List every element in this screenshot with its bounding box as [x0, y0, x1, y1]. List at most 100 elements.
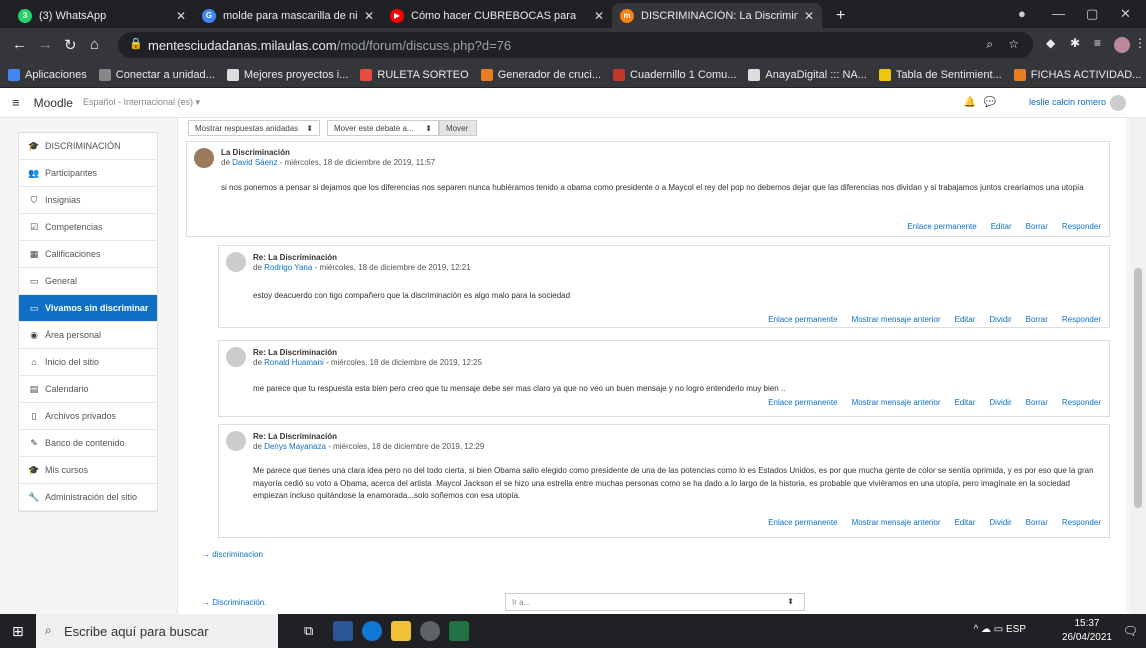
sidebar-item[interactable]: 🔧 Administración del sitio: [19, 484, 157, 511]
bookmark-item[interactable]: RULETA SORTEO: [360, 68, 469, 81]
post-command-link[interactable]: Mostrar mensaje anterior: [852, 315, 941, 324]
post-command-link[interactable]: Mostrar mensaje anterior: [852, 518, 941, 527]
language-menu[interactable]: Español - Internacional (es) ▾: [83, 97, 200, 108]
sidebar-item[interactable]: ▯ Archivos privados: [19, 403, 157, 430]
reading-list-icon[interactable]: ≡: [1094, 36, 1101, 50]
post-command-link[interactable]: Editar: [954, 315, 975, 324]
close-tab-icon[interactable]: ✕: [804, 9, 814, 23]
forward-icon[interactable]: →: [38, 36, 53, 53]
browser-tab[interactable]: Gmolde para mascarilla de niños - ✕: [194, 3, 382, 28]
display-mode-select[interactable]: Mostrar respuestas anidadas ⬍: [188, 120, 320, 136]
author-link[interactable]: Denys Mayanaza: [264, 442, 326, 451]
bookmark-item[interactable]: Cuadernillo 1 Comu...: [613, 68, 736, 81]
post-command-link[interactable]: Editar: [991, 222, 1012, 231]
url-field[interactable]: 🔒 mentesciudadanas.milaulas.com/mod/foru…: [118, 32, 1033, 58]
edge-icon[interactable]: [362, 621, 382, 641]
home-icon[interactable]: ⌂: [90, 36, 99, 53]
windows-start-icon[interactable]: ⊞: [12, 623, 24, 640]
moodle-brand[interactable]: Moodle: [34, 96, 73, 110]
sidebar-item[interactable]: 🎓 DISCRIMINACIÓN: [19, 133, 157, 160]
bookmark-item[interactable]: Tabla de Sentimient...: [878, 68, 1002, 81]
post-command-link[interactable]: Responder: [1062, 222, 1101, 231]
excel-icon[interactable]: [449, 621, 469, 641]
post-command-link[interactable]: Enlace permanente: [907, 222, 976, 231]
post-command-link[interactable]: Dividir: [989, 315, 1011, 324]
post-command-link[interactable]: Editar: [954, 518, 975, 527]
sidebar-item[interactable]: ▤ Calendario: [19, 376, 157, 403]
sidebar-item[interactable]: ▦ Calificaciones: [19, 241, 157, 268]
user-name[interactable]: leslie calcin romero: [1029, 97, 1106, 107]
user-avatar[interactable]: [1110, 95, 1126, 111]
scrollbar-thumb[interactable]: [1134, 268, 1142, 508]
move-discussion-select[interactable]: Mover este debate a... ⬍: [327, 120, 439, 136]
hamburger-icon[interactable]: ≡: [12, 95, 20, 110]
puzzle-icon[interactable]: ✱: [1070, 36, 1080, 50]
taskbar-clock[interactable]: 15:37 26/04/2021: [1062, 617, 1112, 645]
profile-icon[interactable]: ●: [1018, 6, 1026, 21]
bookmark-item[interactable]: FICHAS ACTIVIDAD...: [1013, 68, 1141, 81]
post-command-link[interactable]: Enlace permanente: [768, 518, 837, 527]
back-icon[interactable]: ←: [12, 36, 27, 53]
sidebar-item[interactable]: ◉ Área personal: [19, 322, 157, 349]
post-command-link[interactable]: Editar: [954, 398, 975, 407]
jump-to-select[interactable]: Ir a... ⬍: [505, 593, 805, 611]
close-tab-icon[interactable]: ✕: [594, 9, 604, 23]
taskbar-search[interactable]: ⌕ Escribe aquí para buscar: [36, 614, 278, 648]
browser-tab[interactable]: ▶ Cómo hacer CUBREBOCAS para ✕: [382, 3, 612, 28]
author-link[interactable]: Ronald Huamani: [264, 358, 324, 367]
sidebar-item[interactable]: ⛉ Insignias: [19, 187, 157, 214]
bookmark-item[interactable]: Aplicaciones: [8, 68, 87, 81]
close-window-icon[interactable]: ✕: [1120, 6, 1131, 22]
post-command-link[interactable]: Borrar: [1026, 518, 1048, 527]
system-tray[interactable]: ^ ☁ ▭ ESP: [974, 624, 1027, 635]
maximize-icon[interactable]: ▢: [1086, 6, 1098, 22]
sidebar-item[interactable]: 🎓 Mis cursos: [19, 457, 157, 484]
post-command-link[interactable]: Responder: [1062, 315, 1101, 324]
bookmark-item[interactable]: AnayaDigital ::: NA...: [748, 68, 867, 81]
prev-discussion-link[interactable]: → Discriminación.: [202, 598, 266, 607]
sidebar-item[interactable]: 👥 Participantes: [19, 160, 157, 187]
post-command-link[interactable]: Responder: [1062, 398, 1101, 407]
browser-tab[interactable]: m DISCRIMINACIÓN: La Discriminac ✕: [612, 3, 822, 28]
author-link[interactable]: Rodrigo Yana: [264, 263, 312, 272]
chat-icon[interactable]: 💬: [984, 97, 996, 108]
sidebar-item[interactable]: ☑ Competencias: [19, 214, 157, 241]
word-icon[interactable]: [333, 621, 353, 641]
move-button[interactable]: Mover: [439, 120, 477, 136]
author-link[interactable]: David Sáenz: [232, 158, 277, 167]
bell-icon[interactable]: 🔔: [964, 97, 976, 108]
minimize-icon[interactable]: —: [1052, 6, 1065, 21]
post-command-link[interactable]: Mostrar mensaje anterior: [852, 398, 941, 407]
page-scrollbar[interactable]: [1130, 118, 1146, 614]
post-command-link[interactable]: Borrar: [1026, 315, 1048, 324]
bookmark-star-icon[interactable]: ☆: [1008, 37, 1019, 51]
browser-tab[interactable]: 3 (3) WhatsApp ✕: [10, 3, 194, 28]
file-explorer-icon[interactable]: [391, 621, 411, 641]
extension-icon[interactable]: ◆: [1046, 36, 1055, 50]
post-command-link[interactable]: Dividir: [989, 398, 1011, 407]
sidebar-item[interactable]: ▭ General: [19, 268, 157, 295]
post-command-link[interactable]: Borrar: [1026, 398, 1048, 407]
bookmark-item[interactable]: Mejores proyectos i...: [226, 68, 348, 81]
post-command-link[interactable]: Dividir: [989, 518, 1011, 527]
post-command-link[interactable]: Borrar: [1026, 222, 1048, 231]
close-tab-icon[interactable]: ✕: [176, 9, 186, 23]
bookmark-item[interactable]: Generador de cruci...: [480, 68, 601, 81]
chrome-icon[interactable]: [420, 621, 440, 641]
sidebar-item[interactable]: ✎ Banco de contenido: [19, 430, 157, 457]
sidebar-item[interactable]: ⌂ Inicio del sitio: [19, 349, 157, 376]
task-view-icon[interactable]: ⧉: [304, 623, 324, 643]
close-tab-icon[interactable]: ✕: [364, 9, 374, 23]
post-command-link[interactable]: Enlace permanente: [768, 398, 837, 407]
post-command-link[interactable]: Enlace permanente: [768, 315, 837, 324]
new-tab-button[interactable]: +: [828, 3, 854, 28]
notifications-icon[interactable]: 🗨: [1123, 624, 1138, 638]
avatar-icon[interactable]: [1114, 37, 1130, 53]
zoom-icon[interactable]: ⌕: [986, 37, 993, 52]
bookmark-item[interactable]: Conectar a unidad...: [98, 68, 215, 81]
sidebar-item[interactable]: ▭ Vivamos sin discriminar: [19, 295, 157, 322]
menu-icon[interactable]: ⋮: [1134, 36, 1146, 50]
reload-icon[interactable]: ↻: [64, 36, 77, 54]
next-discussion-link[interactable]: → discriminacion: [202, 550, 263, 559]
post-command-link[interactable]: Responder: [1062, 518, 1101, 527]
